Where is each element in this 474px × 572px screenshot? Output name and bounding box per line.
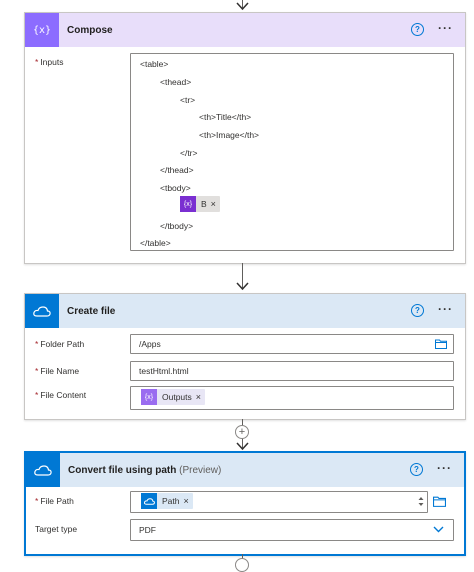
compose-card[interactable]: {x} Compose ? ··· * Inputs <table> <thead…	[24, 12, 466, 264]
add-step-icon[interactable]	[235, 558, 249, 572]
file-name-label: * File Name	[35, 366, 80, 376]
curly-braces-icon: {x}	[32, 24, 52, 36]
file-path-input[interactable]: Path ×	[130, 491, 428, 513]
folder-path-input[interactable]: /Apps	[130, 334, 454, 354]
file-name-value: testHtml.html	[139, 366, 189, 376]
create-file-title: Create file	[67, 305, 116, 317]
expression-icon: {x}	[141, 389, 157, 405]
arrow-down-icon	[236, 282, 249, 291]
folder-path-value: /Apps	[139, 339, 161, 349]
expression-token-b[interactable]: {x} B ×	[180, 196, 220, 212]
code-line: <tr>	[180, 95, 196, 105]
create-file-header[interactable]: Create file ? ···	[25, 294, 465, 328]
compose-title: Compose	[67, 24, 113, 36]
onedrive-icon-box	[25, 294, 59, 328]
onedrive-cloud-icon	[33, 305, 51, 317]
more-options-icon[interactable]: ···	[438, 21, 453, 35]
file-content-label: * File Content	[35, 390, 87, 400]
folder-picker-icon[interactable]	[435, 339, 447, 349]
code-line: </tbody>	[160, 221, 194, 231]
code-line: </tr>	[180, 148, 198, 158]
token-label: B	[201, 199, 207, 209]
arrow-down-icon	[236, 442, 249, 451]
preview-suffix: (Preview)	[179, 464, 222, 476]
help-icon[interactable]: ?	[411, 304, 424, 317]
code-line: <th>Title</th>	[199, 112, 252, 122]
expression-icon: {x}	[180, 196, 196, 212]
add-step-icon[interactable]: +	[235, 425, 249, 439]
create-file-card[interactable]: Create file ? ··· * Folder Path /Apps * Fi…	[24, 293, 466, 420]
folder-path-label: * Folder Path	[35, 339, 85, 349]
target-type-select[interactable]: PDF	[130, 519, 454, 541]
onedrive-icon-box	[26, 453, 60, 487]
arrow-down-icon	[236, 2, 249, 11]
code-line: <thead>	[160, 77, 192, 87]
inputs-editor[interactable]: <table> <thead> <tr> <th>Title</th> <th>…	[130, 53, 454, 251]
folder-picker-icon[interactable]	[433, 496, 446, 507]
help-icon[interactable]: ?	[411, 23, 424, 36]
chevron-down-icon[interactable]	[433, 526, 444, 533]
convert-file-card[interactable]: Convert file using path (Preview) ? ··· …	[24, 451, 466, 556]
help-icon[interactable]: ?	[410, 463, 423, 476]
code-line: <table>	[140, 59, 169, 69]
spinner-arrows-icon[interactable]	[418, 495, 424, 508]
token-label: Path	[162, 496, 180, 506]
code-line: <tbody>	[160, 183, 191, 193]
file-name-input[interactable]: testHtml.html	[130, 361, 454, 381]
code-line: <th>Image</th>	[199, 130, 260, 140]
remove-token-icon[interactable]: ×	[184, 496, 193, 506]
onedrive-cloud-icon	[141, 493, 157, 509]
target-type-label: Target type	[35, 524, 78, 534]
code-line: </table>	[140, 238, 171, 248]
more-options-icon[interactable]: ···	[437, 461, 452, 475]
remove-token-icon[interactable]: ×	[196, 392, 205, 402]
remove-token-icon[interactable]: ×	[211, 199, 220, 209]
more-options-icon[interactable]: ···	[438, 302, 453, 316]
file-path-label: * File Path	[35, 496, 74, 506]
compose-header[interactable]: {x} Compose ? ···	[25, 13, 465, 47]
path-token[interactable]: Path ×	[141, 493, 193, 509]
code-line: </thead>	[160, 165, 194, 175]
compose-icon-box: {x}	[25, 13, 59, 47]
inputs-label: * Inputs	[35, 57, 64, 67]
token-label: Outputs	[162, 392, 192, 402]
outputs-token[interactable]: {x} Outputs ×	[141, 389, 206, 405]
convert-file-title: Convert file using path (Preview)	[68, 464, 222, 476]
file-content-input[interactable]: {x} Outputs ×	[130, 386, 454, 410]
target-type-value: PDF	[139, 525, 156, 535]
onedrive-cloud-icon	[34, 464, 52, 476]
convert-file-header[interactable]: Convert file using path (Preview) ? ···	[26, 453, 464, 487]
